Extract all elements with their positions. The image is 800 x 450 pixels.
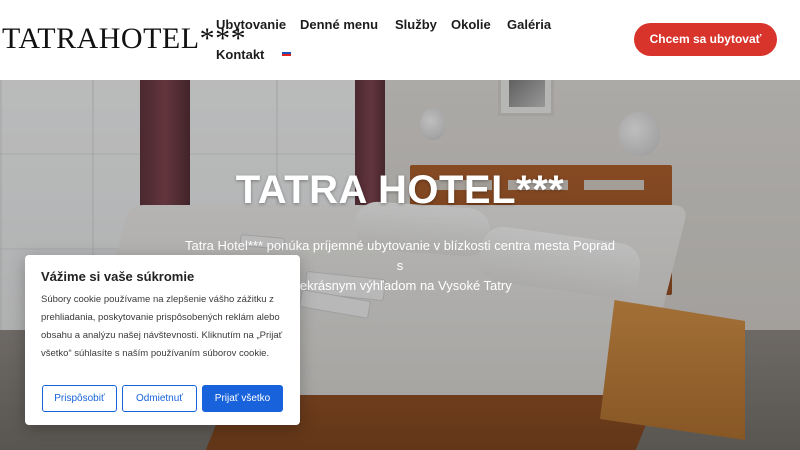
nav-item-sluzby[interactable]: Služby (395, 17, 437, 32)
book-stay-button[interactable]: Chcem sa ubytovať (634, 23, 777, 56)
cookie-description: Súbory cookie používame na zlepšenie váš… (41, 294, 283, 359)
hero-title: TATRA HOTEL*** (235, 168, 565, 212)
accept-all-button[interactable]: Prijať všetko (202, 385, 283, 412)
sk-flag-icon[interactable] (282, 50, 291, 56)
site-logo[interactable]: TATRAHOTEL*** (2, 22, 246, 56)
cookie-title: Vážime si vaše súkromie (41, 269, 195, 284)
nav-item-okolie[interactable]: Okolie (451, 17, 491, 32)
nav-item-galeria[interactable]: Galéria (507, 17, 551, 32)
site-header: TATRAHOTEL*** Ubytovanie Denné menu Služ… (0, 0, 800, 80)
nav-item-ubytovanie[interactable]: Ubytovanie (216, 17, 286, 32)
reject-button[interactable]: Odmietnuť (122, 385, 197, 412)
cookie-consent-dialog: Vážime si vaše súkromie Súbory cookie po… (25, 255, 300, 425)
nav-item-denne-menu[interactable]: Denné menu (300, 17, 378, 32)
nav-item-kontakt[interactable]: Kontakt (216, 47, 264, 62)
customize-button[interactable]: Prispôsobiť (42, 385, 117, 412)
